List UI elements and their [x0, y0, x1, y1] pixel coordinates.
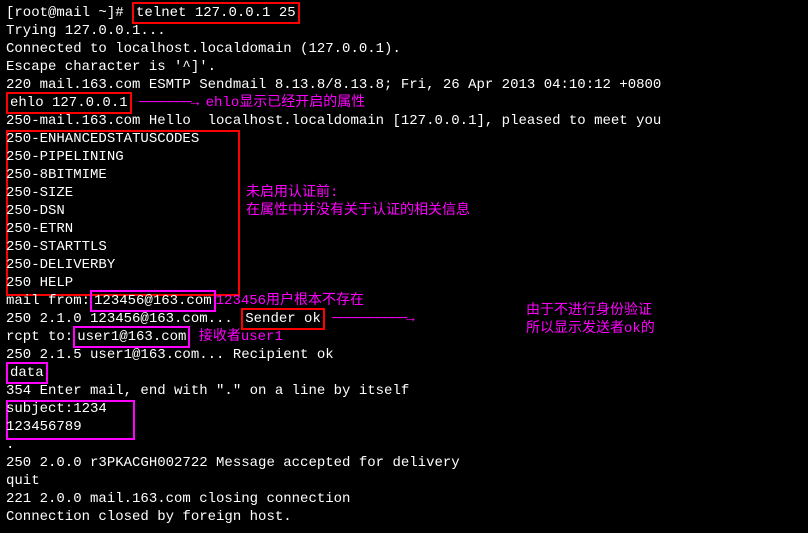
line-250hello: 250-mail.163.com Hello localhost.localdo… — [6, 112, 802, 130]
line-rcpt: rcpt to:user1@163.com 接收者user1 — [6, 328, 802, 346]
cmd-ehlo: ehlo 127.0.0.1 — [6, 92, 132, 114]
cap-5: 250-ETRN — [6, 220, 802, 238]
arrow-ehlo: ───────→ — [132, 95, 206, 111]
line-rcptok: 250 2.1.5 user1@163.com... Recipient ok — [6, 346, 802, 364]
mail-dot: . — [6, 436, 802, 454]
sender-ok: Sender ok — [241, 308, 325, 330]
cap-2: 250-8BITMIME — [6, 166, 802, 184]
annotation-recipient: 接收者user1 — [199, 329, 283, 345]
annotation-whyok-1: 由于不进行身份验证 — [526, 302, 652, 320]
rcpt-address: user1@163.com — [73, 326, 190, 348]
mail-subject: subject:1234 — [6, 400, 802, 418]
cap-7: 250-DELIVERBY — [6, 256, 802, 274]
line-ehlo: ehlo 127.0.0.1 ───────→ ehlo显示已经开启的属性 — [6, 94, 802, 112]
cap-1: 250-PIPELINING — [6, 148, 802, 166]
line-closed: Connection closed by foreign host. — [6, 508, 802, 526]
line-prompt: [root@mail ~]# telnet 127.0.0.1 25 — [6, 4, 802, 22]
cap-6: 250-STARTTLS — [6, 238, 802, 256]
annotation-nouser: 123456用户根本不存在 — [216, 293, 364, 309]
line-mailfrom: mail from:123456@163.com123456用户根本不存在 — [6, 292, 802, 310]
mail-body-line2: 123456789 — [6, 418, 802, 436]
mailfrom-address: 123456@163.com — [90, 290, 216, 312]
cap-3: 250-SIZE未启用认证前: — [6, 184, 802, 202]
annotation-noauth-2: 在属性中并没有关于认证的相关信息 — [246, 202, 470, 220]
line-accepted: 250 2.0.0 r3PKACGH002722 Message accepte… — [6, 454, 802, 472]
shell-prompt: [root@mail ~]# — [6, 5, 132, 21]
annotation-ehlo: ehlo显示已经开启的属性 — [206, 95, 366, 111]
cap-4: 250-DSN在属性中并没有关于认证的相关信息 — [6, 202, 802, 220]
cmd-quit: quit — [6, 472, 802, 490]
line-354: 354 Enter mail, end with "." on a line b… — [6, 382, 802, 400]
line-trying: Trying 127.0.0.1... — [6, 22, 802, 40]
line-data: data — [6, 364, 802, 382]
cmd-telnet: telnet 127.0.0.1 25 — [132, 2, 300, 24]
cmd-data: data — [6, 362, 48, 384]
cap-0: 250-ENHANCEDSTATUSCODES — [6, 130, 802, 148]
line-221: 221 2.0.0 mail.163.com closing connectio… — [6, 490, 802, 508]
annotation-noauth-1: 未启用认证前: — [246, 184, 338, 202]
line-escape: Escape character is '^]'. — [6, 58, 802, 76]
arrow-senderok: ──────────→ — [325, 311, 421, 327]
line-connected: Connected to localhost.localdomain (127.… — [6, 40, 802, 58]
